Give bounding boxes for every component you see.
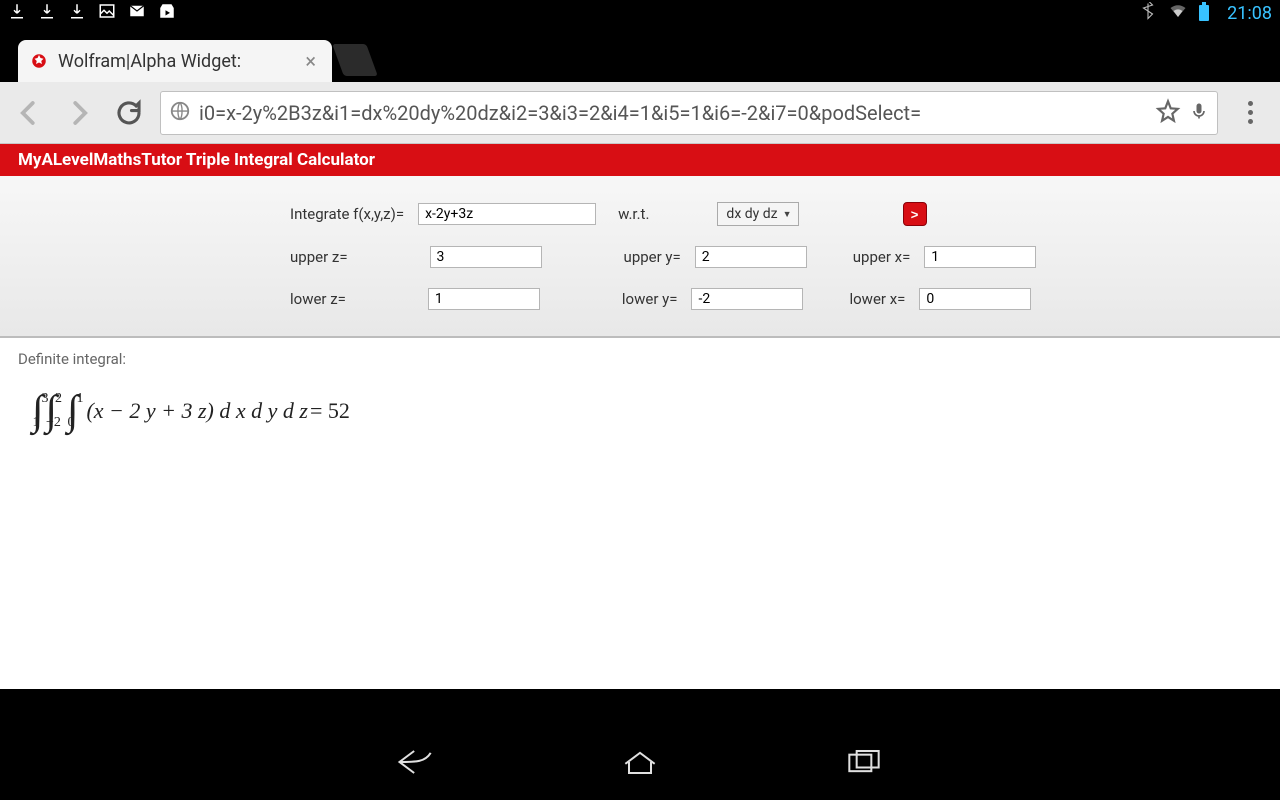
lower-z-input[interactable] [428, 288, 540, 310]
url-input[interactable] [199, 101, 1147, 125]
result-equation: ∫31 ∫2−2 ∫10 (x − 2 y + 3 z) d x d y d z… [32, 390, 1262, 432]
back-button[interactable] [10, 94, 48, 132]
android-navbar [0, 728, 1280, 800]
reload-button[interactable] [110, 94, 148, 132]
integrate-label: Integrate f(x,y,z)= [290, 205, 404, 223]
result-label: Definite integral: [18, 350, 1262, 368]
recent-apps-icon[interactable] [842, 745, 886, 783]
browser-tabstrip: Wolfram|Alpha Widget: × [0, 26, 1280, 82]
tab-title: Wolfram|Alpha Widget: [58, 51, 301, 72]
integral-form: Integrate f(x,y,z)= w.r.t. dx dy dz > up… [0, 176, 1280, 337]
upper-y-label: upper y= [624, 248, 681, 266]
upper-z-label: upper z= [290, 248, 348, 266]
wifi-icon [1169, 2, 1187, 24]
clock-text: 21:08 [1227, 3, 1272, 24]
lower-y-input[interactable] [691, 288, 803, 310]
download-icon [68, 2, 86, 24]
home-icon[interactable] [618, 745, 662, 783]
picture-icon [98, 2, 116, 24]
upper-z-input[interactable] [430, 246, 542, 268]
upper-y-input[interactable] [695, 246, 807, 268]
wrt-select[interactable]: dx dy dz [717, 202, 798, 226]
bluetooth-icon [1139, 2, 1157, 24]
back-icon[interactable] [394, 745, 438, 783]
android-statusbar: 21:08 [0, 0, 1280, 26]
submit-button[interactable]: > [903, 202, 927, 226]
lower-x-input[interactable] [919, 288, 1031, 310]
browser-tab[interactable]: Wolfram|Alpha Widget: × [18, 40, 332, 82]
forward-button[interactable] [60, 94, 98, 132]
upper-x-label: upper x= [853, 248, 911, 266]
mic-icon[interactable] [1189, 99, 1209, 127]
close-icon[interactable]: × [301, 49, 320, 73]
battery-icon [1199, 5, 1209, 21]
upper-x-input[interactable] [924, 246, 1036, 268]
play-store-icon [158, 2, 176, 24]
new-tab-button[interactable] [332, 44, 378, 76]
download-icon [8, 2, 26, 24]
wrt-label: w.r.t. [618, 205, 649, 223]
mail-icon [128, 2, 146, 24]
overflow-menu-button[interactable] [1230, 93, 1270, 133]
lower-x-label: lower x= [849, 290, 905, 308]
browser-toolbar [0, 82, 1280, 144]
lower-z-label: lower z= [290, 290, 346, 308]
wolfram-favicon-icon [30, 52, 48, 70]
function-input[interactable] [418, 203, 596, 225]
page-title: MyALevelMathsTutor Triple Integral Calcu… [0, 144, 1280, 176]
lower-y-label: lower y= [622, 290, 678, 308]
url-bar[interactable] [160, 91, 1218, 135]
globe-icon [169, 100, 191, 126]
download-icon [38, 2, 56, 24]
result-area: Definite integral: ∫31 ∫2−2 ∫10 (x − 2 y… [0, 337, 1280, 689]
bookmark-star-icon[interactable] [1155, 98, 1181, 128]
